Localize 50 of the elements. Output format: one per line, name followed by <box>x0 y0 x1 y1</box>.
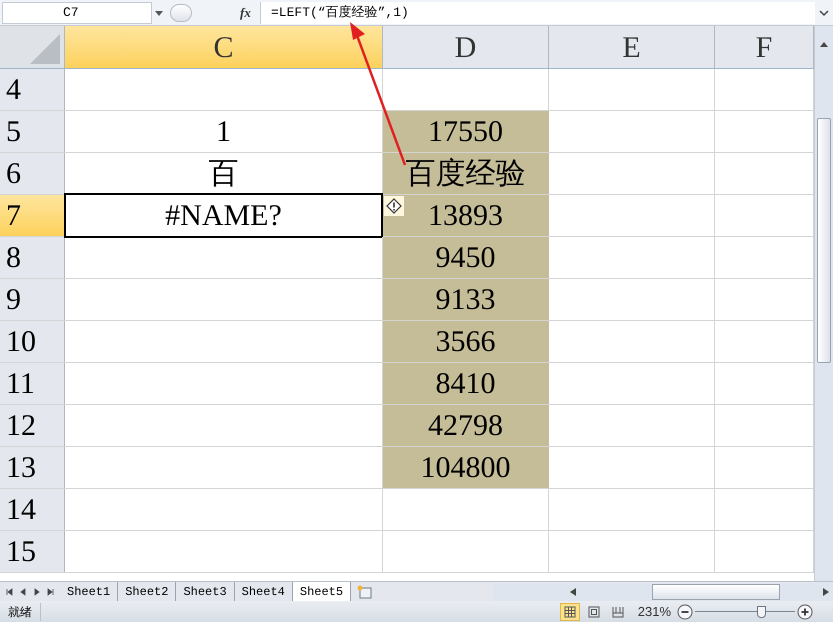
first-sheet-icon[interactable] <box>5 588 13 596</box>
cell[interactable]: 百 <box>65 153 382 194</box>
warning-icon[interactable] <box>384 196 404 216</box>
name-box[interactable]: C7 <box>2 2 152 24</box>
row-header[interactable]: 4 <box>0 69 65 110</box>
row-header[interactable]: 13 <box>0 447 65 488</box>
sheet-tab[interactable]: Sheet5 <box>292 582 352 601</box>
grid-view-icon[interactable] <box>560 602 580 620</box>
last-sheet-icon[interactable] <box>47 588 55 596</box>
horizontal-scrollbar[interactable] <box>493 583 833 601</box>
cell[interactable]: 3566 <box>383 321 548 362</box>
column-header[interactable]: F <box>715 26 814 68</box>
cell[interactable]: 百度经验 <box>383 153 548 194</box>
row-header[interactable]: 8 <box>0 237 65 278</box>
zoom-slider[interactable] <box>695 604 795 620</box>
next-sheet-icon[interactable] <box>33 588 41 596</box>
row-header[interactable]: 7 <box>0 195 65 236</box>
zoom-level[interactable]: 231% <box>638 602 671 622</box>
row-header[interactable]: 15 <box>0 531 65 572</box>
cell[interactable]: 13893 <box>383 195 548 236</box>
cell[interactable]: 9133 <box>383 279 548 320</box>
cell[interactable]: 8410 <box>383 363 548 404</box>
status-text: 就绪 <box>0 602 41 620</box>
row-header[interactable]: 14 <box>0 489 65 530</box>
dropdown-arrow-icon[interactable] <box>154 8 164 16</box>
function-icon[interactable]: fx <box>240 2 260 22</box>
row-header[interactable]: 9 <box>0 279 65 320</box>
splitter-handle[interactable] <box>170 4 192 22</box>
row-header[interactable]: 11 <box>0 363 65 404</box>
column-header[interactable]: E <box>549 26 715 68</box>
row-header[interactable]: 10 <box>0 321 65 362</box>
cell[interactable]: 1 <box>65 111 382 152</box>
row-header[interactable]: 5 <box>0 111 65 152</box>
cell[interactable]: 9450 <box>383 237 548 278</box>
row-header[interactable]: 6 <box>0 153 65 194</box>
cell[interactable]: 42798 <box>383 405 548 446</box>
formula-field[interactable]: =LEFT(“百度经验”,1) <box>260 2 815 24</box>
vertical-scrollbar[interactable] <box>814 26 833 581</box>
previous-sheet-icon[interactable] <box>19 588 27 596</box>
cell[interactable]: 17550 <box>383 111 548 152</box>
row-header[interactable]: 12 <box>0 405 65 446</box>
column-header[interactable]: D <box>383 26 549 68</box>
slider-thumb[interactable] <box>757 606 766 618</box>
zoom-out-icon[interactable] <box>677 604 693 620</box>
scroll-up-icon[interactable] <box>819 40 829 48</box>
cell[interactable]: #NAME? <box>65 195 382 236</box>
column-header[interactable]: C <box>65 26 383 68</box>
cell[interactable]: 104800 <box>383 447 548 488</box>
zoom-in-icon[interactable] <box>797 604 813 620</box>
triangle-icon <box>29 33 61 65</box>
